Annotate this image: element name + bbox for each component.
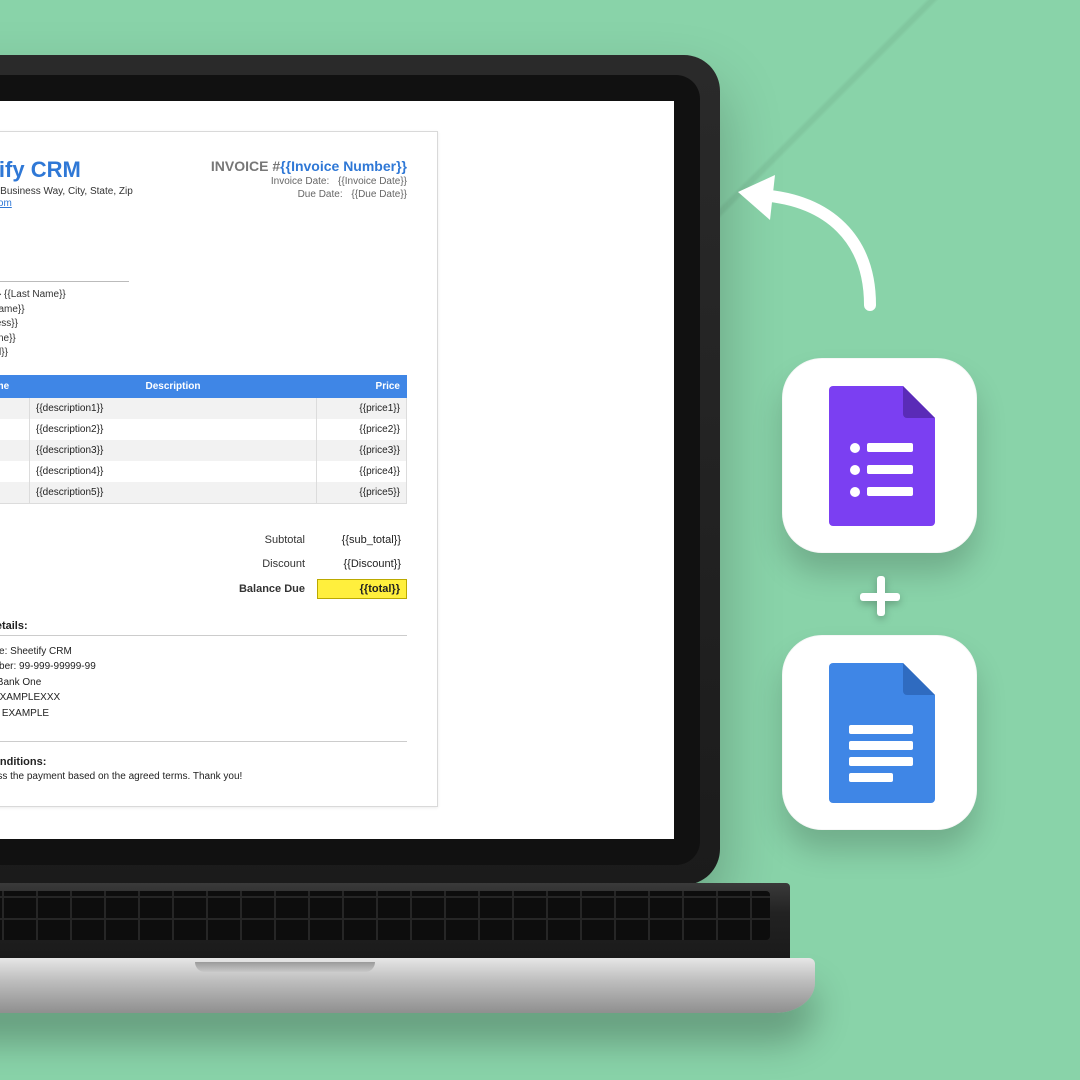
company-name: Sheetify CRM — [0, 158, 133, 182]
bill-to-company: {{Company Name}} — [0, 303, 407, 318]
th-unit: Unit Name — [0, 375, 30, 397]
cell-unit: {{unit2}} — [0, 419, 30, 440]
balance-row: Balance Due {{total}} — [0, 576, 407, 602]
payment-line: Account Name: Sheetify CRM — [0, 644, 407, 660]
cell-price: {{price3}} — [317, 440, 407, 461]
line-items-table: Unit Name Description Price {{unit1}} {{… — [0, 375, 407, 504]
cell-price: {{price5}} — [317, 482, 407, 504]
discount-label: Discount — [197, 558, 317, 570]
cell-desc: {{description5}} — [30, 482, 317, 504]
table-row: {{unit5}} {{description5}} {{price5}} — [0, 482, 407, 504]
laptop-base — [0, 958, 815, 1013]
divider — [0, 741, 407, 742]
bill-to-name: {{First Name}} {{Last Name}} — [0, 288, 407, 303]
payment-details-lines: Account Name: Sheetify CRM Account Numbe… — [0, 644, 407, 722]
subtotal-label: Subtotal — [197, 534, 317, 546]
company-block: Sheetify CRM 123 Example Business Way, C… — [0, 158, 133, 209]
plus-icon — [860, 576, 900, 616]
cell-price: {{price4}} — [317, 461, 407, 482]
bill-to-street: {{Street Address}} — [0, 317, 407, 332]
table-row: {{unit3}} {{description3}} {{price3}} — [0, 440, 407, 461]
cell-unit: {{unit5}} — [0, 482, 30, 504]
payment-line: Account Number: 99-999-99999-99 — [0, 659, 407, 675]
cell-unit: {{unit4}} — [0, 461, 30, 482]
table-row: {{unit2}} {{description2}} {{price2}} — [0, 419, 407, 440]
table-header-row: Unit Name Description Price — [0, 375, 407, 397]
laptop-mockup: Sheetify CRM 123 Example Business Way, C… — [0, 55, 720, 1013]
google-docs-icon — [825, 663, 935, 803]
th-description: Description — [30, 375, 317, 397]
invoice-number: {{Invoice Number}} — [280, 158, 407, 174]
google-forms-card — [782, 358, 977, 553]
laptop-keyboard — [0, 883, 790, 958]
bill-to-block: Bill To: {{First Name}} {{Last Name}} {{… — [0, 265, 407, 361]
payment-details-title: Payment Details: — [0, 620, 407, 632]
cell-unit: {{unit3}} — [0, 440, 30, 461]
payment-line: Swift Code: EXAMPLEXXX — [0, 690, 407, 706]
bill-to-separator — [0, 281, 129, 282]
invoice-title-prefix: INVOICE # — [211, 158, 280, 174]
cell-price: {{price1}} — [317, 397, 407, 419]
terms-title: Terms & Conditions: — [0, 756, 407, 768]
balance-value: {{total}} — [317, 579, 407, 599]
balance-label: Balance Due — [197, 583, 317, 595]
cell-price: {{price2}} — [317, 419, 407, 440]
cell-desc: {{description3}} — [30, 440, 317, 461]
company-address: 123 Example Business Way, City, State, Z… — [0, 186, 133, 197]
google-forms-icon — [825, 386, 935, 526]
subtotal-row: Subtotal {{sub_total}} — [0, 528, 407, 552]
table-row: {{unit1}} {{description1}} {{price1}} — [0, 397, 407, 419]
totals-block: Subtotal {{sub_total}} Discount {{Discou… — [0, 528, 407, 602]
cell-desc: {{description1}} — [30, 397, 317, 419]
laptop-screen: Sheetify CRM 123 Example Business Way, C… — [0, 101, 674, 839]
table-row: {{unit4}} {{description4}} {{price4}} — [0, 461, 407, 482]
bill-to-email: Email: {{Email}} — [0, 346, 407, 361]
due-date-label: Due Date: — [273, 189, 343, 200]
divider — [0, 635, 407, 636]
payment-line: Bank Branch: EXAMPLE — [0, 706, 407, 722]
company-website-link[interactable]: sheetifycrm.com — [0, 198, 12, 209]
invoice-title: INVOICE #{{Invoice Number}} — [211, 158, 407, 174]
arrow-icon — [720, 170, 890, 320]
due-date-row: Due Date: {{Due Date}} — [211, 189, 407, 200]
bill-to-title: Bill To: — [0, 265, 407, 277]
invoice-date-value: {{Invoice Date}} — [338, 176, 407, 187]
terms-text: Please process the payment based on the … — [0, 771, 407, 782]
invoice-header: Sheetify CRM 123 Example Business Way, C… — [0, 158, 407, 209]
invoice-document: Sheetify CRM 123 Example Business Way, C… — [0, 131, 438, 807]
payment-line: Bank Name: Bank One — [0, 675, 407, 691]
laptop-lid: Sheetify CRM 123 Example Business Way, C… — [0, 55, 720, 885]
laptop-bezel: Sheetify CRM 123 Example Business Way, C… — [0, 75, 700, 865]
cell-desc: {{description4}} — [30, 461, 317, 482]
invoice-meta: INVOICE #{{Invoice Number}} Invoice Date… — [211, 158, 407, 200]
bill-to-lines: {{First Name}} {{Last Name}} {{Company N… — [0, 288, 407, 361]
google-docs-card — [782, 635, 977, 830]
invoice-date-row: Invoice Date: {{Invoice Date}} — [211, 176, 407, 187]
invoice-date-label: Invoice Date: — [259, 176, 329, 187]
bill-to-phone: Phone: {{Phone}} — [0, 332, 407, 347]
discount-value: {{Discount}} — [317, 555, 407, 573]
discount-row: Discount {{Discount}} — [0, 552, 407, 576]
cell-unit: {{unit1}} — [0, 397, 30, 419]
due-date-value: {{Due Date}} — [351, 189, 407, 200]
cell-desc: {{description2}} — [30, 419, 317, 440]
th-price: Price — [317, 375, 407, 397]
subtotal-value: {{sub_total}} — [317, 531, 407, 549]
